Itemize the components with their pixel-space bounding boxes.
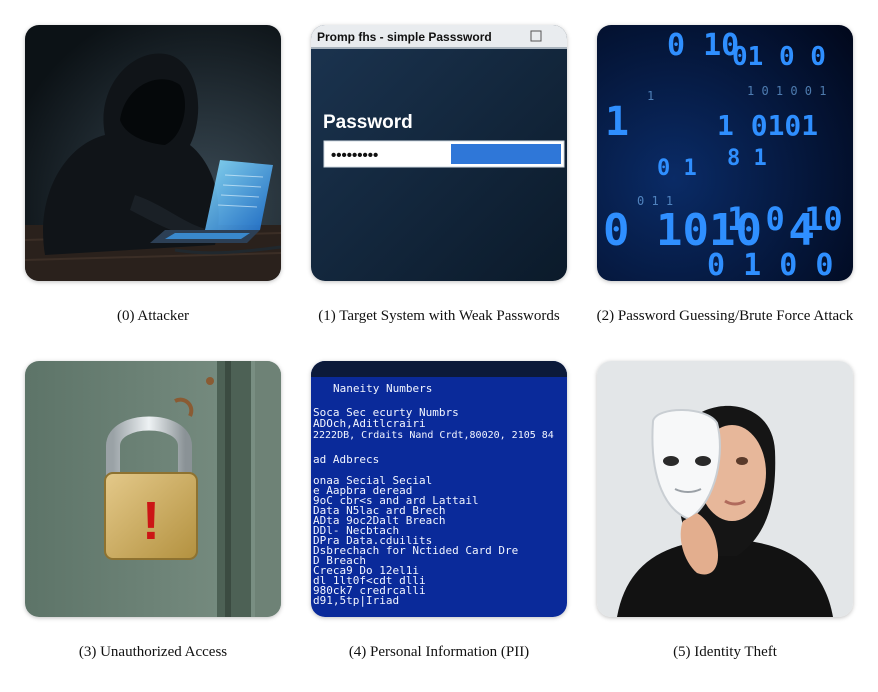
panel-caption: (1) Target System with Weak Passwords (318, 308, 560, 324)
binary-digits: 01 0 0 (732, 42, 826, 72)
mask-face-icon (597, 361, 853, 617)
svg-text:0 1 1: 0 1 1 (637, 194, 673, 208)
broken-padlock-icon: ! (25, 361, 281, 617)
password-prompt-icon: Promp fhs - simple Passsword Password ••… (311, 25, 567, 281)
warning-mark: ! (142, 491, 160, 551)
binary-digits: 0 10 (667, 28, 739, 63)
svg-text:1: 1 (647, 89, 654, 103)
binary-code-icon: 0 10 01 0 0 1 1 0101 0 1 8 1 0 1010 4 1 … (597, 25, 853, 281)
password-field: ••••••••• (331, 147, 378, 164)
binary-digits: 1 0101 (717, 109, 818, 142)
panel-caption: (4) Personal Information (PII) (348, 644, 530, 660)
pii-terminal-icon: Naneity Numbers Soca Sec ecurty Numbrs A… (311, 361, 567, 617)
svg-text:1 0 1 0 0 1: 1 0 1 0 0 1 (747, 84, 826, 98)
panel-caption: (0) Attacker (116, 308, 190, 324)
panel-caption: (3) Unauthorized Access (78, 644, 228, 660)
binary-digits: 0 1 (657, 156, 697, 181)
pii-line: ADOch,Aditlcrairi (313, 417, 426, 430)
panel-caption: (2) Password Guessing/Brute Force Attack (596, 308, 854, 324)
pii-line: Naneity Numbers (333, 382, 432, 395)
image-grid: (0) Attacker Promp fhs - simple Passswor… (0, 0, 878, 692)
pii-line: 2222DB, Crdaits Nand Crdt,80020, 2105 84 (313, 430, 554, 441)
pii-line: ad Adbrecs (313, 453, 379, 466)
binary-digits: 1 0 10 0 0 (727, 200, 853, 238)
pii-line: d91,5tp|Iriad (313, 594, 399, 607)
window-title: Promp fhs - simple Passsword (317, 30, 492, 44)
binary-digits: 0 1 0 0 (707, 248, 833, 281)
password-heading: Password (323, 112, 413, 133)
hooded-hacker-laptop-icon (25, 25, 281, 281)
binary-digits: 1 (605, 99, 629, 145)
panel-caption: (5) Identity Theft (673, 644, 777, 660)
binary-digits: 8 1 (727, 146, 767, 171)
